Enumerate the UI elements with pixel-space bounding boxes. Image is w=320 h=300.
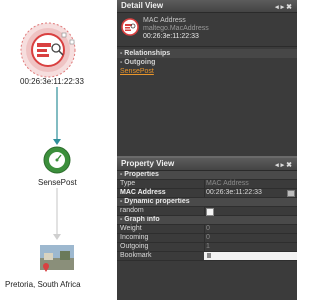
outgoing-section[interactable]: - Outgoing [117, 58, 297, 67]
graph-svg [20, 22, 76, 272]
prop-row-outgoing: Outgoing 1 [117, 243, 297, 252]
node-location[interactable] [40, 245, 74, 272]
prop-row-weight: Weight 0 [117, 225, 297, 234]
node-label-mac: 00:26:3e:11:22:33 [20, 77, 84, 86]
prop-row-random[interactable]: random [117, 207, 297, 216]
prop-row-type: Type MAC Address [117, 180, 297, 189]
prop-key: MAC Address [120, 189, 166, 196]
node-label-location: Pretoria, South Africa [5, 280, 81, 289]
select-handle [69, 39, 75, 45]
prop-value: MAC Address [206, 180, 249, 187]
prop-row-incoming: Incoming 0 [117, 234, 297, 243]
prop-key: Type [120, 180, 136, 187]
edge-arrow-1 [53, 139, 61, 145]
property-view-panel: Property View ◂▸✖ - Properties Type MAC … [117, 158, 297, 300]
relationships-label: Relationships [124, 50, 171, 57]
bookmark-icon [207, 253, 211, 258]
entity-type: MAC Address [143, 17, 186, 24]
entity-value: 00:26:3e:11:22:33 [143, 33, 199, 40]
prop-value: 0 [206, 234, 210, 241]
graph-info-section[interactable]: - Graph info [117, 216, 297, 225]
prop-value: 1 [206, 243, 210, 250]
prop-value: 0 [206, 225, 210, 232]
graph-canvas[interactable]: 00:26:3e:11:22:33 SensePost Pretoria, So… [0, 0, 117, 300]
select-handle [61, 32, 67, 38]
graph-info-label: Graph info [124, 216, 160, 223]
property-view-title: Property View [121, 159, 175, 168]
prop-key: random [120, 207, 144, 214]
panel-controls[interactable]: ◂▸✖ [275, 160, 294, 172]
mac-address-icon [121, 18, 139, 36]
prop-key: Weight [120, 225, 142, 232]
properties-label: Properties [124, 171, 159, 178]
prop-key: Bookmark [120, 252, 152, 259]
node-sensepost[interactable] [43, 146, 71, 174]
prop-value[interactable]: 00:26:3e:11:22:33 [206, 189, 262, 197]
node-label-sensepost: SensePost [38, 178, 77, 187]
prop-key: Incoming [120, 234, 149, 241]
prop-key: Outgoing [120, 243, 149, 250]
detail-view-panel: Detail View ◂▸✖ MAC Address maltego.MacA… [117, 0, 297, 158]
prop-row-bookmark[interactable]: Bookmark [117, 252, 297, 261]
prop-row-mac[interactable]: MAC Address 00:26:3e:11:22:33 [117, 189, 297, 198]
random-checkbox[interactable] [206, 208, 214, 216]
dynamic-label: Dynamic properties [124, 198, 190, 205]
node-mac-address[interactable] [20, 22, 76, 78]
bookmark-cell[interactable] [204, 252, 297, 260]
relationships-section[interactable]: - Relationships [117, 49, 297, 58]
outgoing-label: Outgoing [124, 59, 156, 66]
dynamic-properties-section[interactable]: - Dynamic properties [117, 198, 297, 207]
edit-button[interactable] [287, 190, 295, 197]
detail-view-titlebar[interactable]: Detail View ◂▸✖ [117, 0, 297, 13]
entity-class: maltego.MacAddress [143, 25, 209, 32]
detail-entity-header: MAC Address maltego.MacAddress 00:26:3e:… [117, 13, 297, 45]
properties-section[interactable]: - Properties [117, 171, 297, 180]
outgoing-link-sensepost[interactable]: SensePost [117, 67, 297, 77]
edge-arrow-2 [53, 234, 61, 240]
detail-view-title: Detail View [121, 1, 164, 10]
property-view-titlebar[interactable]: Property View ◂▸✖ [117, 158, 297, 171]
